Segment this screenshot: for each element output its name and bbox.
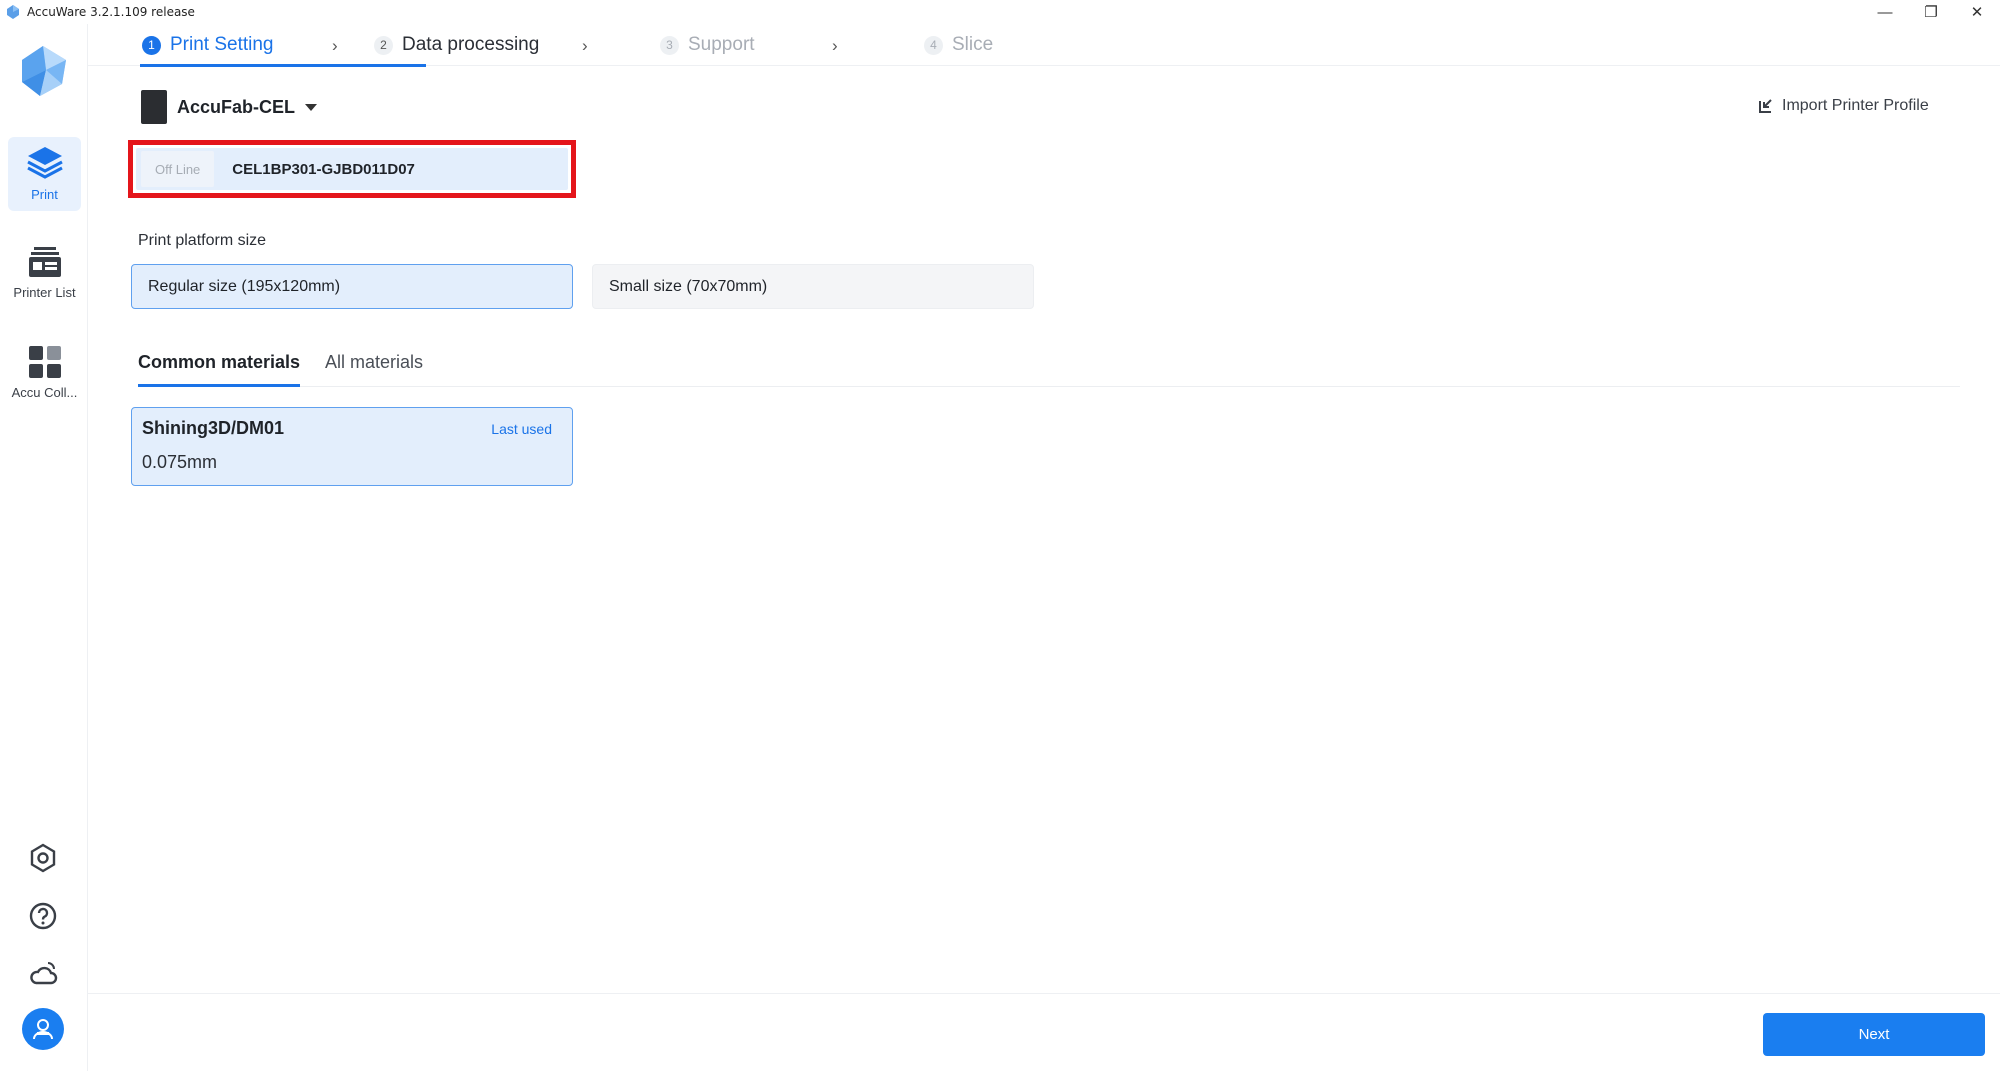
step-support: 3 Support [660, 34, 755, 56]
material-name: Shining3D/DM01 [142, 418, 285, 438]
cloud-icon[interactable] [25, 956, 61, 992]
printer-name: AccuFab-CEL [177, 96, 296, 117]
grid-apps-icon [28, 346, 61, 378]
import-printer-profile-button[interactable]: Import Printer Profile [1758, 97, 1929, 115]
step-data-processing[interactable]: 2 Data processing [374, 34, 539, 56]
minimize-button[interactable]: — [1862, 0, 1908, 24]
settings-icon[interactable] [25, 840, 61, 876]
printer-icon [141, 90, 167, 124]
platform-size-label: Print platform size [138, 232, 267, 249]
sidebar-item-label: Printer List [13, 285, 76, 300]
step-label: Slice [952, 34, 994, 55]
layers-icon [26, 147, 63, 179]
chevron-right-icon: › [582, 36, 588, 55]
footer [88, 993, 2000, 1071]
import-icon [1759, 99, 1772, 113]
next-button[interactable]: Next [1763, 1013, 1985, 1056]
caret-down-icon [305, 103, 318, 111]
step-label: Support [688, 34, 755, 55]
device-id: CEL1BP301-GJBD011D07 [232, 160, 415, 178]
import-label: Import Printer Profile [1782, 97, 1929, 114]
step-label: Print Setting [170, 34, 274, 55]
title-bar: AccuWare 3.2.1.109 release — ❐ ✕ [0, 0, 2000, 24]
app-logo-icon [7, 5, 19, 19]
chevron-right-icon: › [332, 36, 338, 55]
sidebar-item-print[interactable]: Print [8, 137, 81, 211]
material-layer-thickness: 0.075mm [142, 452, 218, 472]
last-used-badge: Last used [491, 421, 552, 437]
tab-all-materials[interactable]: All materials [325, 352, 423, 373]
step-number: 3 [660, 35, 679, 55]
step-number: 4 [924, 35, 943, 55]
sidebar: Print Printer List Accu Coll... [0, 24, 88, 1071]
help-icon[interactable] [25, 898, 61, 934]
step-number: 1 [142, 35, 161, 55]
status-badge: Off Line [141, 151, 215, 187]
accuware-logo-icon [22, 46, 66, 96]
step-navigation: 1 Print Setting › 2 Data processing › 3 … [88, 24, 2000, 67]
printer-selector[interactable]: AccuFab-CEL [141, 90, 318, 124]
printer-list-icon [28, 247, 61, 277]
active-step-indicator [140, 64, 426, 67]
sidebar-item-label: Accu Coll... [11, 385, 78, 400]
step-number: 2 [374, 35, 393, 55]
platform-option-regular[interactable]: Regular size (195x120mm) [131, 264, 573, 309]
material-card[interactable]: Shining3D/DM01 Last used 0.075mm [131, 407, 573, 486]
window-title: AccuWare 3.2.1.109 release [27, 5, 195, 19]
step-slice: 4 Slice [924, 34, 993, 56]
device-highlight: Off Line CEL1BP301-GJBD011D07 [128, 140, 576, 198]
active-tab-indicator [138, 384, 300, 387]
close-button[interactable]: ✕ [1954, 0, 2000, 24]
step-label: Data processing [402, 34, 540, 55]
tab-common-materials[interactable]: Common materials [138, 352, 300, 373]
sidebar-item-accu-collection[interactable]: Accu Coll... [8, 337, 81, 411]
material-tabs: Common materials All materials [138, 350, 1960, 387]
restore-button[interactable]: ❐ [1908, 0, 1954, 24]
platform-option-small[interactable]: Small size (70x70mm) [592, 264, 1034, 309]
step-print-setting[interactable]: 1 Print Setting [142, 34, 274, 56]
sidebar-item-label: Print [31, 187, 58, 202]
sidebar-item-printer-list[interactable]: Printer List [8, 237, 81, 311]
chevron-right-icon: › [832, 36, 838, 55]
user-avatar-icon[interactable] [22, 1008, 64, 1050]
device-selector[interactable]: Off Line CEL1BP301-GJBD011D07 [136, 148, 568, 190]
